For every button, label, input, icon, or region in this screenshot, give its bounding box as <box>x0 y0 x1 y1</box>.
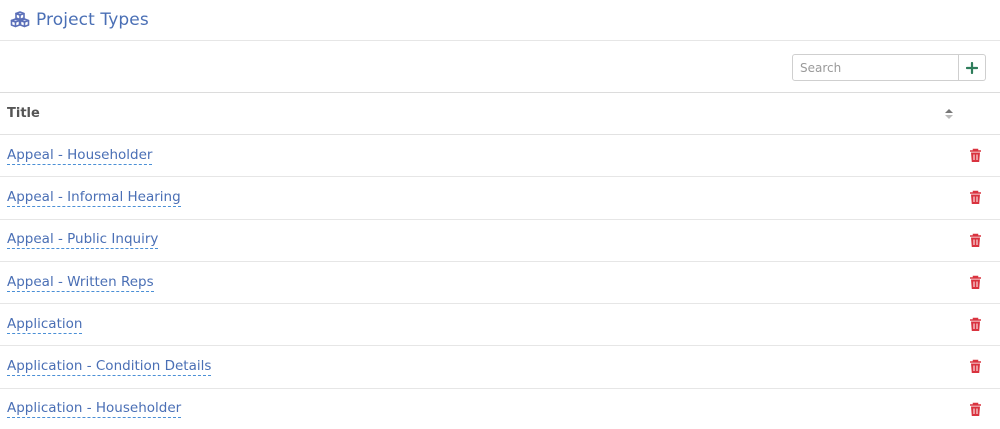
table-row: Appeal - Public Inquiry <box>0 220 1000 262</box>
sort-icon[interactable] <box>944 108 954 120</box>
column-header-title[interactable]: Title <box>0 106 40 121</box>
search-input[interactable] <box>792 54 959 81</box>
table-row: Appeal - Informal Hearing <box>0 177 1000 220</box>
page-header: Project Types <box>0 0 1000 41</box>
table-row: Application - Householder <box>0 389 1000 429</box>
trash-icon[interactable] <box>969 275 982 290</box>
plus-icon <box>966 61 978 74</box>
cubes-icon <box>10 11 30 29</box>
table-row: Application <box>0 304 1000 347</box>
toolbar <box>0 41 1000 93</box>
project-type-link[interactable]: Application - Condition Details <box>7 358 212 377</box>
project-type-link[interactable]: Appeal - Written Reps <box>7 274 154 292</box>
project-type-link[interactable]: Application - Householder <box>7 400 182 419</box>
trash-icon[interactable] <box>969 317 982 332</box>
trash-icon[interactable] <box>969 233 982 248</box>
add-project-type-button[interactable] <box>959 54 986 81</box>
table-row: Application - Condition Details <box>0 346 1000 389</box>
trash-icon[interactable] <box>969 359 982 374</box>
table-header: Title <box>0 93 1000 135</box>
table-row: Appeal - Householder <box>0 135 1000 178</box>
trash-icon[interactable] <box>969 190 982 205</box>
project-type-link[interactable]: Application <box>7 316 83 334</box>
project-type-link[interactable]: Appeal - Public Inquiry <box>7 231 159 250</box>
trash-icon[interactable] <box>969 402 982 417</box>
table-row: Appeal - Written Reps <box>0 262 1000 305</box>
project-types-table: Title Appeal - Householder Appeal - Info… <box>0 93 1000 429</box>
page-title: Project Types <box>36 10 149 30</box>
project-type-link[interactable]: Appeal - Informal Hearing <box>7 189 181 207</box>
trash-icon[interactable] <box>969 148 982 163</box>
project-types-page: Project Types Title Appeal - Householder <box>0 0 1000 429</box>
project-type-link[interactable]: Appeal - Householder <box>7 147 153 165</box>
